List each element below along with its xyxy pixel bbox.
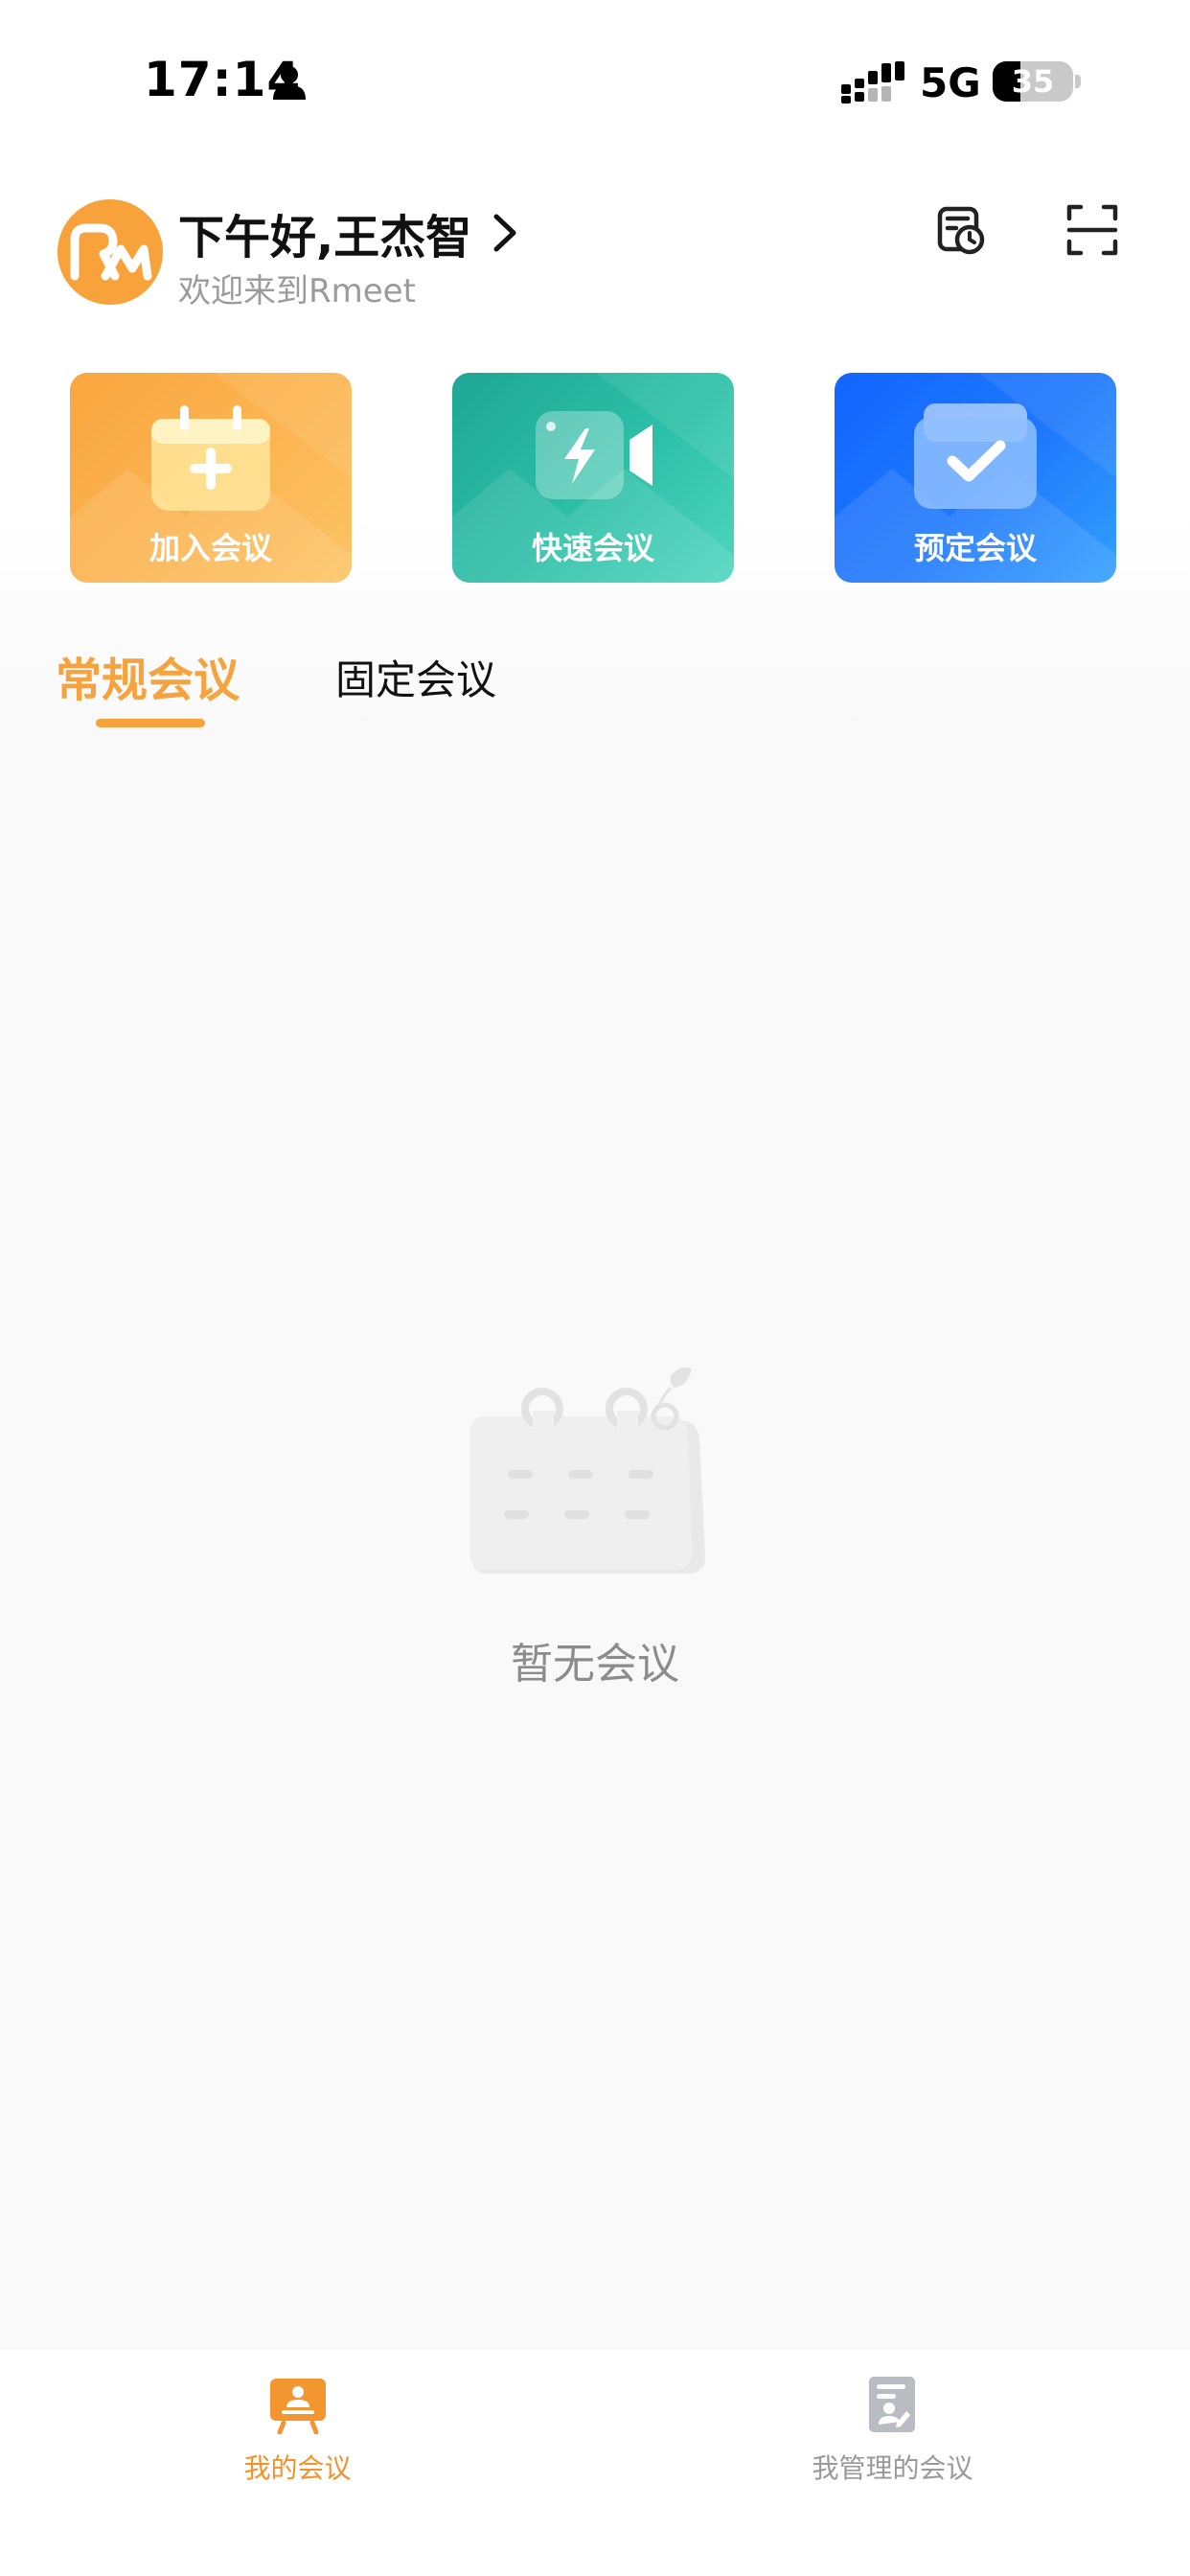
nav-my-meetings-label: 我的会议 xyxy=(243,2452,352,2484)
top-area xyxy=(0,0,1190,728)
nav-managed-meetings-label: 我管理的会议 xyxy=(812,2452,973,2484)
nav-managed-meetings[interactable]: 我管理的会议 xyxy=(595,2350,1190,2576)
quick-meeting-label: 快速会议 xyxy=(531,530,654,566)
person-icon xyxy=(273,66,306,100)
tab-active-indicator xyxy=(96,719,205,727)
empty-state-text: 暂无会议 xyxy=(511,1640,679,1689)
calendar-check-icon xyxy=(914,403,1037,509)
battery-indicator: 35 xyxy=(993,61,1073,102)
scan-icon[interactable] xyxy=(1065,203,1119,257)
managed-meetings-icon xyxy=(869,2377,915,2432)
meeting-history-icon[interactable] xyxy=(935,203,989,257)
rmeet-logo-icon[interactable] xyxy=(57,199,163,305)
quick-meeting-card[interactable]: 快速会议 xyxy=(452,373,734,583)
greeting-row[interactable]: 下午好,王杰智 xyxy=(178,199,521,266)
empty-calendar-icon xyxy=(469,1368,705,1574)
tab-fixed-meetings[interactable]: 固定会议 xyxy=(335,648,496,706)
tab-regular-meetings[interactable]: 常规会议 xyxy=(56,642,240,709)
battery-nub xyxy=(1075,75,1081,88)
join-meeting-card[interactable]: 加入会议 xyxy=(70,373,352,583)
book-meeting-card[interactable]: 预定会议 xyxy=(835,373,1116,583)
my-meetings-icon xyxy=(270,2379,326,2434)
signal-icon xyxy=(841,61,904,104)
welcome-text: 欢迎来到Rmeet xyxy=(178,272,416,310)
nav-my-meetings[interactable]: 我的会议 xyxy=(0,2350,595,2576)
chevron-right-icon xyxy=(493,214,516,252)
battery-percent: 35 xyxy=(1011,63,1055,100)
calendar-plus-icon xyxy=(151,405,270,511)
video-flash-icon xyxy=(536,411,652,499)
bottom-nav: 我的会议 我管理的会议 xyxy=(0,2350,1190,2576)
join-meeting-label: 加入会议 xyxy=(149,530,272,566)
network-type: 5G xyxy=(920,59,981,106)
book-meeting-label: 预定会议 xyxy=(913,530,1037,566)
greeting-text: 下午好,王杰智 xyxy=(178,211,472,264)
